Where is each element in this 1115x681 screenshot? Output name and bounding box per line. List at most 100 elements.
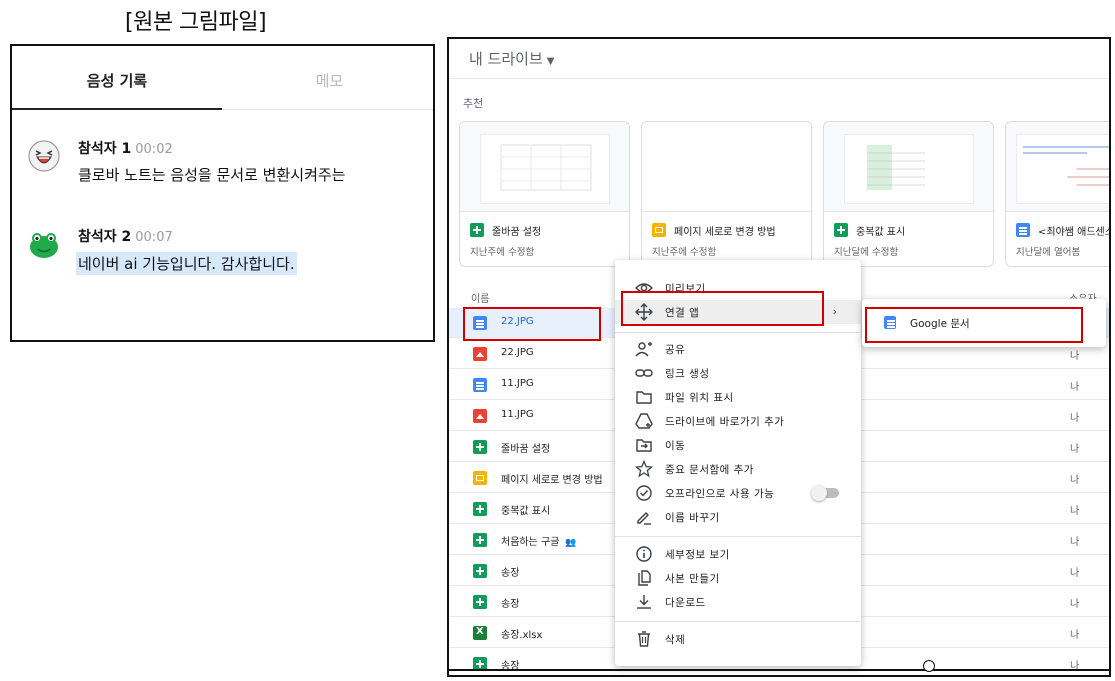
card-thumbnail [824, 122, 993, 212]
caret-down-icon: ▼ [546, 56, 555, 67]
file-name: 중복값 표시 [501, 506, 551, 517]
menu-item-label: 이름 바꾸기 [665, 512, 720, 524]
file-owner: 나 [1070, 382, 1080, 393]
docs-icon [473, 378, 487, 392]
message-header: 참석자 2 00:07 [78, 226, 173, 246]
info-icon [635, 545, 653, 563]
file-name: 줄바꿈 설정 [501, 444, 551, 455]
highlight-box-open-with [621, 291, 824, 326]
file-name: 송장.xlsx [501, 630, 543, 641]
message-text: 클로바 노트는 음성을 문서로 변환시켜주는 [78, 166, 346, 184]
scrollbar-thumb[interactable] [923, 660, 935, 672]
file-owner: 나 [1070, 413, 1080, 424]
person-add-icon [635, 340, 653, 358]
card-thumbnail [460, 122, 629, 212]
menu-item-rename[interactable]: 이름 바꾸기 [615, 505, 861, 529]
tab-memo[interactable]: 메모 [222, 46, 437, 110]
suggested-card[interactable]: 줄바꿈 설정 지난주에 수정함 [459, 121, 630, 267]
sheets-icon [473, 595, 487, 609]
suggested-card[interactable]: 페이지 세로로 변경 방법 지난주에 수정함 [641, 121, 812, 267]
suggested-section-label: 추천 [463, 97, 484, 110]
menu-item-label: 사본 만들기 [665, 573, 720, 585]
message-text: 네이버 ai 기능입니다. 감사합니다. [76, 252, 297, 275]
menu-item-get-link[interactable]: 링크 생성 [615, 361, 861, 385]
sheets-icon [473, 564, 487, 578]
file-owner: 나 [1070, 537, 1080, 548]
thumbnail-page [844, 134, 974, 204]
menu-item-move[interactable]: 이동 [615, 433, 861, 457]
card-subtitle: 지난주에 수정함 [470, 247, 535, 258]
clova-note-panel: 음성 기록 메모 참석자 1 00:02 클로바 노트는 음성을 문서로 변환시켜… [10, 44, 435, 342]
file-owner: 나 [1070, 568, 1080, 579]
menu-item-make-copy[interactable]: 사본 만들기 [615, 566, 861, 590]
menu-item-delete[interactable]: 삭제 [615, 627, 861, 651]
menu-item-offline[interactable]: 오프라인으로 사용 가능 [615, 481, 861, 505]
copy-icon [635, 569, 653, 587]
drive-shortcut-icon [635, 412, 653, 430]
highlight-box-google-docs [865, 307, 1083, 343]
card-subtitle: 지난주에 수정함 [652, 247, 717, 258]
menu-item-label: 파일 위치 표시 [665, 392, 734, 404]
timestamp[interactable]: 00:07 [135, 230, 172, 245]
google-drive-panel: 내 드라이브 ▼ 추천 줄바꿈 설정 지난주에 수정함 페이지 세로로 변경 방법 [447, 37, 1111, 677]
file-name: 22.JPG [501, 347, 534, 358]
laughing-face-avatar-icon [28, 140, 60, 172]
file-name-wrap: 처음하는 구글 👥 [501, 533, 577, 548]
menu-item-label: 링크 생성 [665, 368, 710, 380]
shared-people-icon: 👥 [565, 538, 577, 548]
star-icon [634, 459, 654, 478]
menu-item-details[interactable]: 세부정보 보기 [615, 542, 861, 566]
file-owner: 나 [1070, 444, 1080, 455]
drive-header: 내 드라이브 ▼ [449, 39, 1109, 79]
timestamp[interactable]: 00:02 [135, 142, 172, 157]
message-header: 참석자 1 00:02 [78, 138, 173, 158]
download-icon [635, 593, 653, 611]
menu-item-label: 중요 문서함에 추가 [665, 464, 754, 476]
file-name: 처음하는 구글 [501, 537, 560, 548]
menu-item-label: 다운로드 [665, 597, 706, 609]
file-owner: 나 [1070, 506, 1080, 517]
highlight-box-selected-file [463, 307, 601, 341]
menu-item-label: 드라이브에 바로가기 추가 [665, 416, 785, 428]
menu-divider [615, 332, 861, 333]
my-drive-dropdown[interactable]: 내 드라이브 ▼ [469, 48, 554, 69]
link-icon [635, 364, 653, 382]
suggested-card[interactable]: 중복값 표시 지난달에 수정함 [823, 121, 994, 267]
thumbnail-page [1016, 134, 1109, 204]
offline-check-icon [635, 484, 653, 502]
menu-item-add-shortcut[interactable]: 드라이브에 바로가기 추가 [615, 409, 861, 433]
speaker-name: 참석자 1 [78, 141, 132, 157]
tab-voice-record[interactable]: 음성 기록 [12, 46, 222, 110]
active-tab-indicator [12, 108, 222, 110]
suggested-card[interactable]: <최야쌤 애드센스 지난달에 열어봄 [1005, 121, 1111, 267]
doc-preview-icon [1023, 146, 1109, 186]
menu-item-download[interactable]: 다운로드 [615, 590, 861, 614]
file-name: 페이지 세로로 변경 방법 [501, 475, 603, 486]
file-owner: 나 [1070, 351, 1080, 362]
horizontal-scrollbar[interactable] [449, 660, 1109, 672]
menu-item-share[interactable]: 공유 [615, 337, 861, 361]
sheets-icon [470, 223, 484, 237]
card-subtitle: 지난달에 열어봄 [1016, 247, 1081, 258]
menu-item-label: 세부정보 보기 [665, 549, 730, 561]
caption: [원본 그림파일] [125, 10, 267, 35]
file-owner: 나 [1070, 599, 1080, 610]
menu-divider [615, 536, 861, 537]
file-name: 11.JPG [501, 378, 534, 389]
offline-toggle[interactable] [811, 485, 839, 501]
menu-item-show-location[interactable]: 파일 위치 표시 [615, 385, 861, 409]
card-subtitle: 지난달에 수정함 [834, 247, 899, 258]
card-title: 중복값 표시 [856, 227, 906, 238]
menu-item-add-starred[interactable]: 중요 문서함에 추가 [615, 457, 861, 481]
sheets-icon [473, 533, 487, 547]
image-file-icon [473, 347, 487, 361]
menu-item-label: 공유 [665, 344, 686, 356]
card-title: 줄바꿈 설정 [492, 227, 542, 238]
menu-item-label: 오프라인으로 사용 가능 [665, 488, 775, 500]
file-name: 11.JPG [501, 409, 534, 420]
slides-icon [652, 223, 666, 237]
column-header-name[interactable]: 이름 [471, 290, 489, 305]
tab-bar: 음성 기록 메모 [12, 46, 433, 110]
sheets-icon [834, 223, 848, 237]
card-title: <최야쌤 애드센스 [1038, 227, 1111, 238]
